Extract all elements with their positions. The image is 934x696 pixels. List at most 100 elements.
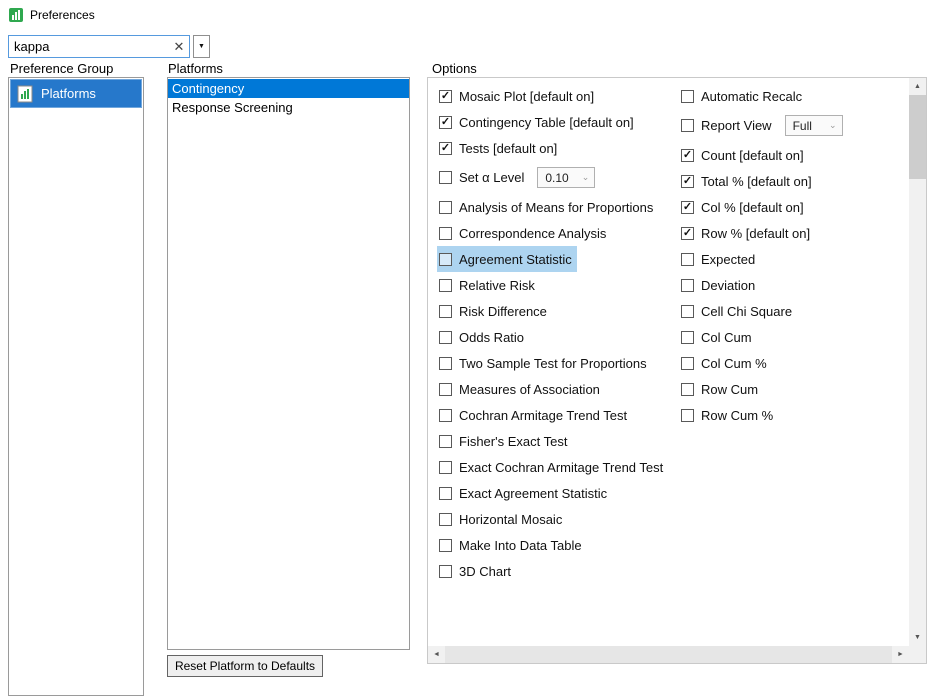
- option-label: Two Sample Test for Proportions: [459, 356, 647, 371]
- dropdown[interactable]: 0.10⌄: [537, 167, 595, 188]
- option-row[interactable]: 3D Chart: [437, 558, 516, 584]
- option-row[interactable]: Correspondence Analysis: [437, 220, 611, 246]
- option-row[interactable]: Risk Difference: [437, 298, 552, 324]
- clear-search-icon[interactable]: ✕: [169, 36, 189, 57]
- checkbox[interactable]: ✓: [439, 116, 452, 129]
- chevron-down-icon: ⌄: [582, 172, 590, 183]
- option-row[interactable]: ✓Contingency Table [default on]: [437, 109, 639, 135]
- option-label: Total % [default on]: [701, 174, 812, 189]
- option-row[interactable]: ✓Col % [default on]: [679, 194, 809, 220]
- preference-group-list[interactable]: Platforms: [8, 77, 144, 696]
- scrollbar-corner: [909, 646, 926, 663]
- checkbox[interactable]: [681, 305, 694, 318]
- checkbox[interactable]: [681, 331, 694, 344]
- checkbox[interactable]: [439, 171, 452, 184]
- dropdown[interactable]: Full⌄: [785, 115, 843, 136]
- option-row[interactable]: Measures of Association: [437, 376, 605, 402]
- search-box: ✕: [8, 35, 190, 58]
- checkbox[interactable]: [439, 305, 452, 318]
- option-row[interactable]: ✓Count [default on]: [679, 142, 809, 168]
- option-row[interactable]: Make Into Data Table: [437, 532, 587, 558]
- search-dropdown-button[interactable]: ▼: [193, 35, 210, 58]
- app-icon: [8, 7, 24, 23]
- option-row[interactable]: Exact Agreement Statistic: [437, 480, 612, 506]
- checkbox[interactable]: ✓: [681, 175, 694, 188]
- option-row[interactable]: Cell Chi Square: [679, 298, 797, 324]
- platforms-list[interactable]: ContingencyResponse Screening: [167, 77, 410, 650]
- option-row[interactable]: ✓Tests [default on]: [437, 135, 562, 161]
- option-row[interactable]: ✓ Total % [default on]: [679, 168, 817, 194]
- option-row[interactable]: Report ViewFull⌄: [679, 109, 848, 142]
- checkbox[interactable]: [439, 539, 452, 552]
- checkbox[interactable]: [439, 409, 452, 422]
- option-row[interactable]: Row Cum %: [679, 402, 778, 428]
- option-row[interactable]: Horizontal Mosaic: [437, 506, 567, 532]
- checkbox[interactable]: [439, 279, 452, 292]
- list-item[interactable]: Contingency: [168, 79, 409, 98]
- checkbox[interactable]: [681, 90, 694, 103]
- checkbox[interactable]: [439, 461, 452, 474]
- scroll-up-icon[interactable]: ▲: [909, 78, 926, 95]
- checkbox[interactable]: [681, 383, 694, 396]
- checkbox[interactable]: ✓: [681, 201, 694, 214]
- vertical-scrollbar[interactable]: ▲ ▼: [909, 78, 926, 646]
- option-row[interactable]: Automatic Recalc: [679, 83, 807, 109]
- option-label: Cochran Armitage Trend Test: [459, 408, 627, 423]
- checkbox[interactable]: ✓: [681, 227, 694, 240]
- option-row[interactable]: Col Cum %: [679, 350, 772, 376]
- checkbox[interactable]: [439, 331, 452, 344]
- option-row[interactable]: Col Cum: [679, 324, 757, 350]
- search-input[interactable]: [9, 39, 169, 54]
- list-item[interactable]: Response Screening: [168, 98, 409, 117]
- checkbox[interactable]: [439, 435, 452, 448]
- option-label: Col Cum %: [701, 356, 767, 371]
- checkbox[interactable]: ✓: [681, 149, 694, 162]
- option-row[interactable]: Set α Level0.10⌄: [437, 161, 600, 194]
- option-row[interactable]: Odds Ratio: [437, 324, 529, 350]
- option-row[interactable]: ✓Row % [default on]: [679, 220, 815, 246]
- options-label: Options: [432, 61, 477, 76]
- scroll-right-icon[interactable]: ►: [892, 646, 909, 663]
- option-row[interactable]: Deviation: [679, 272, 760, 298]
- checkbox[interactable]: [439, 253, 452, 266]
- option-label: Mosaic Plot [default on]: [459, 89, 594, 104]
- scroll-down-icon[interactable]: ▼: [909, 629, 926, 646]
- platforms-label: Platforms: [168, 61, 223, 76]
- option-label: Exact Agreement Statistic: [459, 486, 607, 501]
- option-row[interactable]: Exact Cochran Armitage Trend Test: [437, 454, 668, 480]
- checkbox[interactable]: ✓: [439, 142, 452, 155]
- vertical-scrollbar-thumb[interactable]: [909, 95, 926, 179]
- checkbox[interactable]: [439, 513, 452, 526]
- reset-platform-button[interactable]: Reset Platform to Defaults: [167, 655, 323, 677]
- checkbox[interactable]: [681, 279, 694, 292]
- horizontal-scrollbar-thumb[interactable]: [445, 646, 892, 663]
- option-row[interactable]: Two Sample Test for Proportions: [437, 350, 652, 376]
- option-row[interactable]: Row Cum: [679, 376, 763, 402]
- checkbox[interactable]: [439, 357, 452, 370]
- options-column-right: Automatic RecalcReport ViewFull⌄✓Count […: [679, 83, 848, 584]
- horizontal-scrollbar[interactable]: ◄ ►: [428, 646, 909, 663]
- checkbox[interactable]: [439, 383, 452, 396]
- preference-group-item-platforms[interactable]: Platforms: [10, 79, 142, 108]
- checkbox[interactable]: ✓: [439, 90, 452, 103]
- option-row[interactable]: Cochran Armitage Trend Test: [437, 402, 632, 428]
- option-row[interactable]: Analysis of Means for Proportions: [437, 194, 658, 220]
- option-label: Make Into Data Table: [459, 538, 582, 553]
- preferences-window: Preferences ✕ ▼ Preference Group Platfor…: [0, 0, 934, 696]
- checkbox[interactable]: [681, 409, 694, 422]
- checkbox[interactable]: [681, 119, 694, 132]
- option-row[interactable]: ✓ Mosaic Plot [default on]: [437, 83, 599, 109]
- checkbox[interactable]: [439, 201, 452, 214]
- option-row[interactable]: Relative Risk: [437, 272, 540, 298]
- checkbox[interactable]: [439, 487, 452, 500]
- checkbox[interactable]: [681, 253, 694, 266]
- checkbox[interactable]: [439, 227, 452, 240]
- checkbox[interactable]: [681, 357, 694, 370]
- option-row[interactable]: Agreement Statistic: [437, 246, 577, 272]
- scroll-left-icon[interactable]: ◄: [428, 646, 445, 663]
- option-label: Deviation: [701, 278, 755, 293]
- option-label: Horizontal Mosaic: [459, 512, 562, 527]
- option-row[interactable]: Expected: [679, 246, 760, 272]
- option-row[interactable]: Fisher's Exact Test: [437, 428, 572, 454]
- checkbox[interactable]: [439, 565, 452, 578]
